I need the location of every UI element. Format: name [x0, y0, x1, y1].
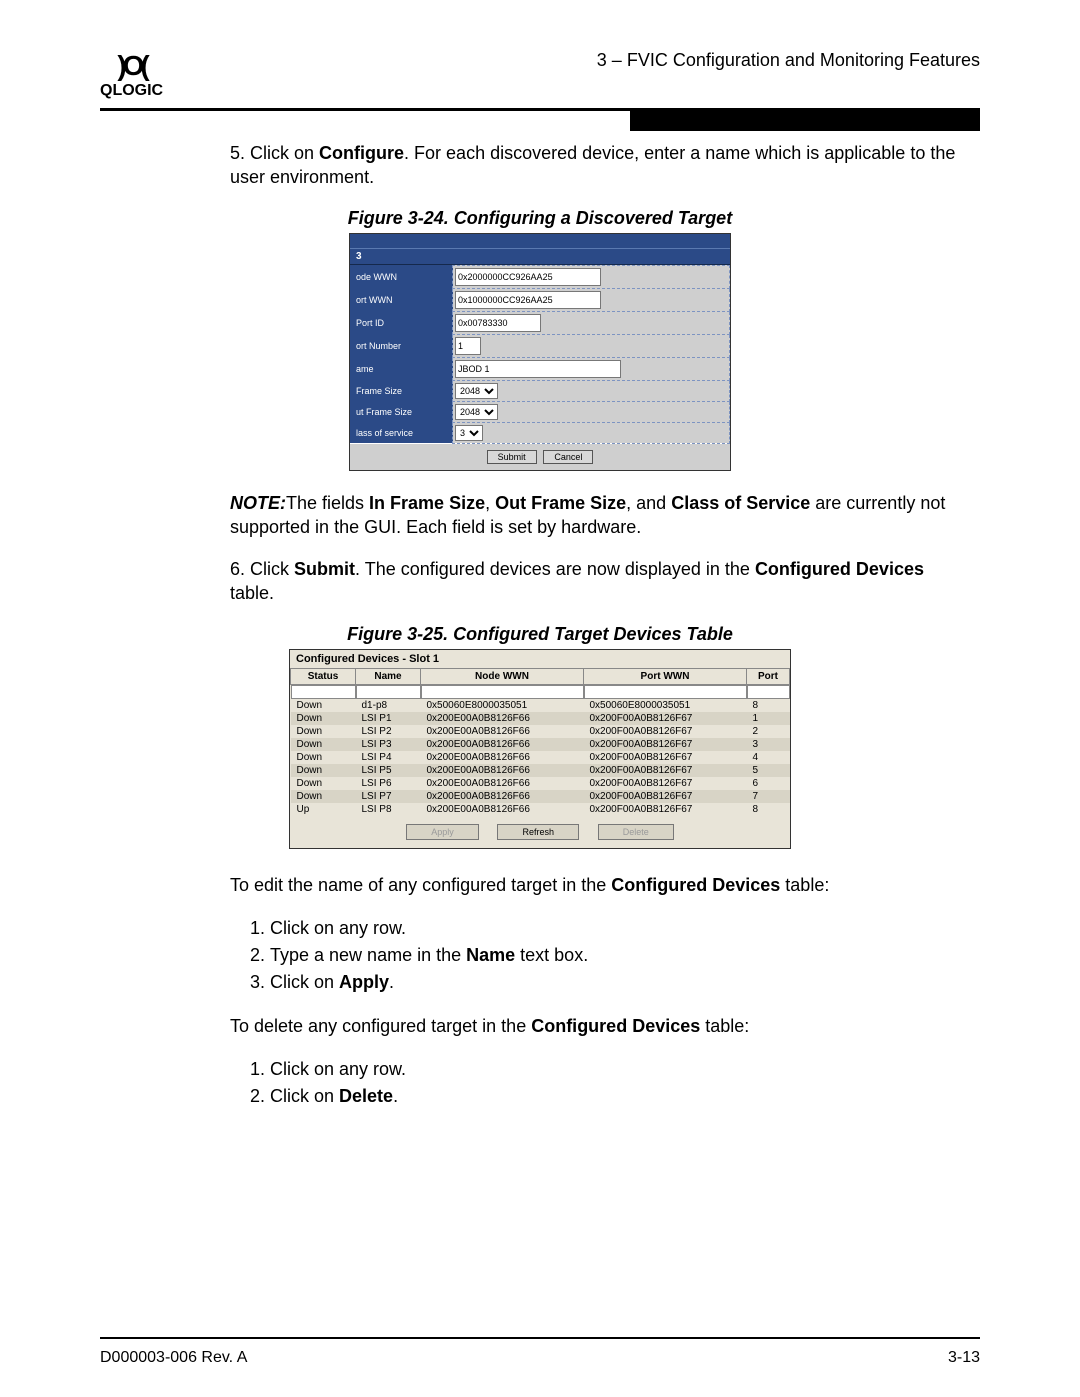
table-row[interactable]: DownLSI P10x200E00A0B8126F660x200F00A0B8… [291, 712, 790, 725]
figure-25-caption: Figure 3-25. Configured Target Devices T… [100, 624, 980, 645]
table-row[interactable]: DownLSI P30x200E00A0B8126F660x200F00A0B8… [291, 738, 790, 751]
fig25-h-pnum: Port [747, 668, 790, 684]
note-paragraph: NOTE:The fields In Frame Size, Out Frame… [230, 491, 960, 540]
fig25-filter-row [291, 684, 790, 699]
chapter-title: 3 – FVIC Configuration and Monitoring Fe… [597, 50, 980, 71]
table-row[interactable]: DownLSI P70x200E00A0B8126F660x200F00A0B8… [291, 790, 790, 803]
fig24-index: 3 [350, 248, 730, 265]
fig25-delete-button[interactable]: Delete [598, 824, 674, 840]
fig25-h-port: Port WWN [584, 668, 747, 684]
fig25-apply-button[interactable]: Apply [406, 824, 479, 840]
fig24-out-frame-label: ut Frame Size [350, 401, 453, 422]
table-row[interactable]: DownLSI P60x200E00A0B8126F660x200F00A0B8… [291, 777, 790, 790]
fig24-port-num-label: ort Number [350, 334, 453, 357]
fig24-port-num-input[interactable] [455, 337, 481, 355]
logo: )O( QLOGIC [100, 50, 163, 100]
delete-intro: To delete any configured target in the C… [230, 1014, 960, 1038]
table-row[interactable]: UpLSI P80x200E00A0B8126F660x200F00A0B812… [291, 803, 790, 816]
fig24-frame-label: Frame Size [350, 380, 453, 401]
step-6: 6. Click Submit. The configured devices … [230, 557, 960, 606]
fig24-node-wwn-input[interactable] [455, 268, 601, 286]
fig25-filter-pnum[interactable] [747, 685, 790, 699]
delete-step-1: Click on any row. [270, 1056, 980, 1083]
page-header: )O( QLOGIC 3 – FVIC Configuration and Mo… [100, 50, 980, 100]
fig24-cos-select[interactable]: 3 [455, 425, 483, 441]
fig24-submit-button[interactable]: Submit [487, 450, 537, 464]
fig24-port-id-input[interactable] [455, 314, 541, 332]
fig25-filter-name[interactable] [356, 685, 421, 699]
table-row[interactable]: DownLSI P50x200E00A0B8126F660x200F00A0B8… [291, 764, 790, 777]
fig24-port-wwn-label: ort WWN [350, 288, 453, 311]
fig25-h-status: Status [291, 668, 356, 684]
edit-step-2: Type a new name in the Name text box. [270, 942, 980, 969]
fig25-refresh-button[interactable]: Refresh [497, 824, 579, 840]
edit-intro: To edit the name of any configured targe… [230, 873, 960, 897]
step-5: 5. Click on Configure. For each discover… [230, 141, 960, 190]
table-row[interactable]: Downd1-p80x50060E80000350510x50060E80000… [291, 699, 790, 712]
fig25-h-name: Name [356, 668, 421, 684]
header-accent-bar [630, 111, 980, 131]
footer-doc-id: D000003-006 Rev. A [100, 1349, 247, 1367]
edit-steps: Click on any row. Type a new name in the… [240, 915, 980, 996]
fig24-cos-label: lass of service [350, 422, 453, 443]
fig25-header-row: Status Name Node WWN Port WWN Port [291, 668, 790, 684]
fig24-name-label: ame [350, 357, 453, 380]
delete-step-2: Click on Delete. [270, 1083, 980, 1110]
fig25-filter-node[interactable] [421, 685, 584, 699]
fig25-h-node: Node WWN [421, 668, 584, 684]
fig25-title: Configured Devices - Slot 1 [290, 650, 790, 668]
fig24-frame-select[interactable]: 2048 [455, 383, 498, 399]
logo-icon: )O( [100, 50, 163, 82]
edit-step-3: Click on Apply. [270, 969, 980, 996]
delete-steps: Click on any row. Click on Delete. [240, 1056, 980, 1110]
fig24-name-input[interactable] [455, 360, 621, 378]
fig24-cancel-button[interactable]: Cancel [543, 450, 593, 464]
figure-24: 3 ode WWN ort WWN Port ID ort Number ame… [349, 233, 731, 471]
fig25-filter-port[interactable] [584, 685, 747, 699]
fig24-out-frame-select[interactable]: 2048 [455, 404, 498, 420]
fig24-node-wwn-label: ode WWN [350, 265, 453, 288]
table-row[interactable]: DownLSI P40x200E00A0B8126F660x200F00A0B8… [291, 751, 790, 764]
table-row[interactable]: DownLSI P20x200E00A0B8126F660x200F00A0B8… [291, 725, 790, 738]
fig24-port-id-label: Port ID [350, 311, 453, 334]
footer-page-num: 3-13 [948, 1349, 980, 1367]
logo-text: QLOGIC [100, 82, 163, 100]
fig24-port-wwn-input[interactable] [455, 291, 601, 309]
figure-25: Configured Devices - Slot 1 Status Name … [289, 649, 791, 849]
fig25-filter-status[interactable] [291, 685, 356, 699]
page-footer: D000003-006 Rev. A 3-13 [100, 1337, 980, 1367]
figure-24-caption: Figure 3-24. Configuring a Discovered Ta… [100, 208, 980, 229]
edit-step-1: Click on any row. [270, 915, 980, 942]
